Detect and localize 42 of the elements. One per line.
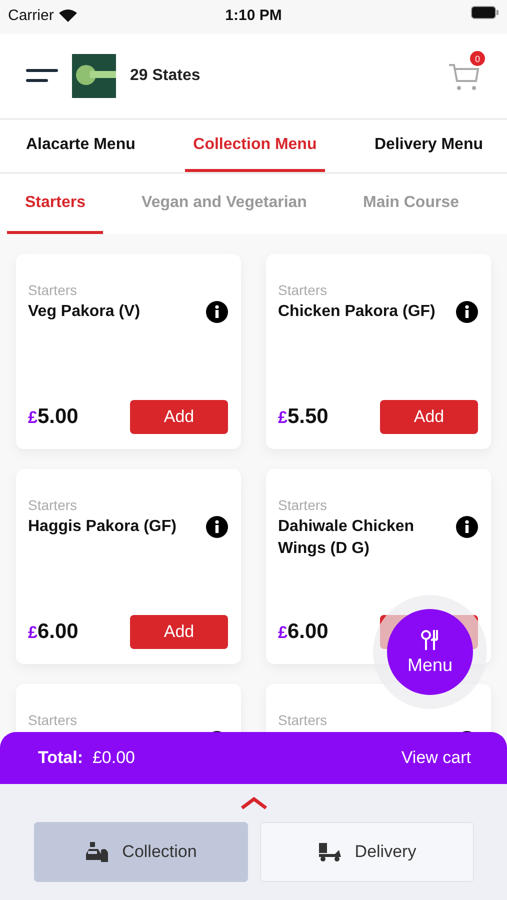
order-type-button[interactable]: Collection [34, 822, 248, 882]
cutlery-icon [420, 628, 440, 650]
menu-tab[interactable]: Delivery Menu [366, 120, 491, 172]
item-name: Haggis Pakora (GF) [28, 517, 176, 537]
info-icon[interactable] [206, 516, 228, 538]
cart-count-badge: 0 [470, 51, 485, 66]
cart-total: Total: £0.00 [38, 748, 136, 768]
wifi-icon [58, 8, 77, 22]
item-category: Starters [28, 282, 78, 298]
logo-icon [72, 54, 116, 98]
menu-icon[interactable] [26, 69, 58, 83]
category-tab[interactable]: Starters [7, 174, 104, 234]
category-tab[interactable]: Main Course [344, 174, 477, 234]
add-button[interactable]: Add [130, 615, 228, 649]
item-category: Starters [278, 497, 328, 513]
add-button[interactable]: Add [130, 400, 228, 434]
item-category: Starters [28, 712, 78, 728]
info-icon[interactable] [206, 301, 228, 323]
info-icon[interactable] [456, 301, 478, 323]
floating-menu[interactable]: Menu [387, 609, 473, 695]
clock: 1:10 PM [225, 6, 282, 24]
battery-icon [471, 6, 499, 19]
item-name: Veg Pakora (V) [28, 302, 140, 322]
item-category: Starters [278, 282, 328, 298]
item-name: Chicken Pakora (GF) [278, 302, 436, 322]
item-price: £6.00 [278, 620, 328, 644]
restaurant-name: 29 States [130, 67, 202, 85]
chevron-up-icon[interactable] [240, 796, 268, 810]
info-icon[interactable] [456, 516, 478, 538]
item-price: £6.00 [28, 620, 78, 644]
item-price: £5.50 [278, 405, 328, 429]
order-type-button[interactable]: Delivery [260, 822, 474, 882]
item-category: Starters [278, 712, 328, 728]
item-price: £5.00 [28, 405, 78, 429]
carrier-label: Carrier [8, 6, 54, 24]
menu-tab[interactable]: Alacarte Menu [18, 120, 144, 172]
scooter-icon [316, 841, 343, 863]
view-cart-link[interactable]: View cart [401, 748, 471, 768]
category-tab[interactable]: Vegan and Vegetarian [124, 174, 325, 234]
item-name: Dahiwale Chicken Wings (D G) [278, 517, 416, 559]
add-button[interactable]: Add [380, 400, 478, 434]
item-category: Starters [28, 497, 78, 513]
